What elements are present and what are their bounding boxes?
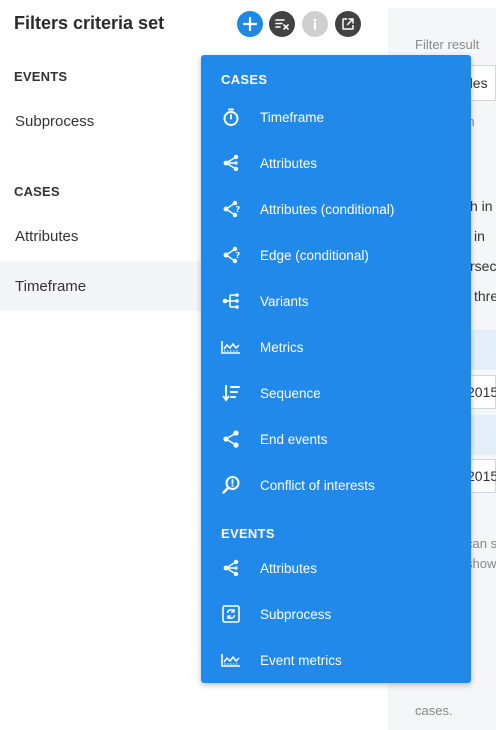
info-icon (313, 18, 317, 30)
subprocess-icon (219, 602, 243, 626)
menu-item-label: Sequence (260, 385, 321, 401)
menu-item-event-subprocess[interactable]: Subprocess (201, 591, 471, 637)
menu-item-label: Metrics (260, 339, 304, 355)
start-date-value: 2015 (467, 384, 496, 400)
menu-item-attributes[interactable]: Attributes (201, 140, 471, 186)
menu-item-label: Attributes (260, 155, 318, 171)
menu-item-label: Edge (conditional) (260, 247, 369, 263)
desc-line-2: in (474, 228, 485, 244)
attributes-conditional-icon: ? (219, 197, 243, 221)
section-events-header: EVENTS (14, 69, 68, 84)
edge-conditional-icon: ? (219, 243, 243, 267)
menu-item-label: Event metrics (260, 652, 342, 668)
menu-item-event-metrics[interactable]: Event metrics (201, 637, 471, 683)
menu-item-label: End events (260, 431, 328, 447)
clear-filters-button[interactable] (269, 11, 295, 37)
menu-item-event-attributes[interactable]: Attributes (201, 545, 471, 591)
menu-section-events: EVENTS (221, 526, 275, 541)
filter-result-label: Filter result (415, 37, 480, 52)
menu-item-label: Variants (260, 293, 309, 309)
section-cases-header: CASES (14, 184, 60, 199)
menu-item-edge-conditional[interactable]: ? Edge (conditional) (201, 232, 471, 278)
add-filter-menu: CASES Timeframe Attributes ? Attributes … (201, 55, 471, 683)
menu-item-label: Subprocess (260, 606, 332, 622)
sequence-icon (219, 381, 243, 405)
end-date-value: 2015 (467, 468, 496, 484)
desc-line-3: rsect (470, 258, 496, 274)
add-filter-button[interactable] (237, 11, 263, 37)
metrics-icon (219, 335, 243, 359)
plus-icon (243, 17, 257, 31)
conflict-search-icon (219, 473, 243, 497)
clear-filter-icon (275, 19, 289, 30)
desc-line-1: h in (470, 198, 493, 214)
stopwatch-icon (219, 105, 243, 129)
menu-section-cases: CASES (221, 72, 268, 87)
menu-item-end-events[interactable]: End events (201, 416, 471, 462)
end-events-icon (219, 427, 243, 451)
menu-item-timeframe[interactable]: Timeframe (201, 94, 471, 140)
attributes-icon (219, 151, 243, 175)
menu-item-label: Timeframe (260, 109, 325, 125)
svg-text:?: ? (236, 205, 241, 214)
menu-item-attributes-conditional[interactable]: ? Attributes (conditional) (201, 186, 471, 232)
attributes-icon (219, 556, 243, 580)
svg-text:?: ? (236, 251, 241, 260)
desc-line-4: thre (474, 288, 496, 304)
export-button[interactable] (335, 11, 361, 37)
menu-item-variants[interactable]: Variants (201, 278, 471, 324)
panel-title: Filters criteria set (14, 13, 165, 33)
metrics-icon (219, 648, 243, 672)
info-button[interactable] (302, 11, 328, 37)
menu-item-metrics[interactable]: Metrics (201, 324, 471, 370)
filter-item-label: Attributes (15, 227, 79, 245)
menu-item-conflict-of-interests[interactable]: Conflict of interests (201, 462, 471, 508)
filter-item-label: Timeframe (15, 277, 87, 295)
footer-text: cases. (415, 703, 453, 718)
filter-item-label: Subprocess (15, 112, 95, 130)
menu-item-label: Attributes (conditional) (260, 201, 395, 217)
menu-item-sequence[interactable]: Sequence (201, 370, 471, 416)
menu-item-label: Conflict of interests (260, 477, 375, 493)
export-icon (342, 18, 354, 30)
menu-item-label: Attributes (260, 560, 318, 576)
variants-icon (219, 289, 243, 313)
